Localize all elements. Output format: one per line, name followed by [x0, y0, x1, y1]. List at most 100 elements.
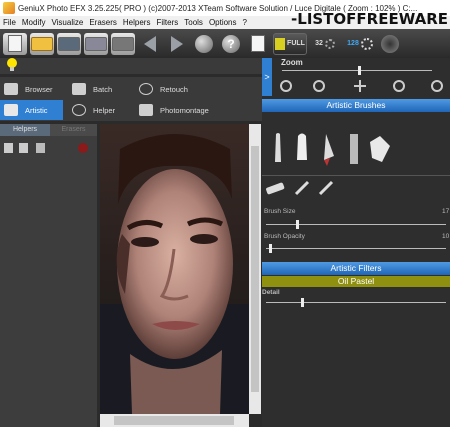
nav-browser[interactable]: Browser — [0, 79, 68, 99]
brush-icon — [4, 104, 18, 116]
nav-photomontage[interactable]: Photomontage — [135, 100, 262, 120]
artistic-filters-header: Artistic Filters — [262, 262, 450, 275]
nav-batch[interactable]: Batch — [68, 79, 135, 99]
zoom-slider[interactable] — [282, 70, 432, 71]
vertical-scrollbar[interactable] — [249, 124, 261, 414]
bulb-icon[interactable] — [6, 58, 18, 72]
menu-modify[interactable]: Modify — [22, 18, 46, 27]
gear-icon — [324, 38, 335, 49]
menu-visualize[interactable]: Visualize — [51, 18, 83, 27]
menu-file[interactable]: File — [3, 18, 16, 27]
oil-pastel-filter[interactable]: Oil Pastel — [262, 276, 450, 287]
full-button[interactable]: FULL — [273, 32, 307, 55]
wrench-icon — [112, 36, 134, 51]
left-panel — [0, 136, 97, 427]
photomontage-icon — [139, 104, 153, 116]
new-button[interactable] — [3, 32, 27, 55]
bits32-button[interactable]: 32 — [310, 33, 340, 55]
detail-slider[interactable] — [266, 302, 446, 303]
nav-artistic[interactable]: Artistic — [0, 100, 63, 120]
right-panel — [262, 58, 450, 427]
new-icon — [8, 35, 22, 52]
sphere-button[interactable] — [192, 33, 216, 55]
tools-button[interactable] — [84, 32, 108, 55]
brush-tool-2[interactable] — [292, 132, 312, 168]
horizontal-scroll-thumb[interactable] — [114, 416, 234, 425]
vertical-scroll-thumb[interactable] — [251, 146, 259, 392]
brush-tool-3[interactable] — [318, 132, 338, 168]
forward-button[interactable] — [165, 33, 189, 55]
module-nav: Browser Batch Retouch Artistic Helper Ph… — [0, 77, 262, 121]
menu-help[interactable]: ? — [243, 18, 247, 27]
full-label: FULL — [287, 40, 305, 47]
save-icon — [58, 36, 80, 51]
doc-icon — [251, 35, 265, 52]
batch-icon — [72, 83, 86, 95]
stop-icon[interactable] — [78, 143, 88, 153]
dial-icon — [381, 34, 399, 53]
app-icon — [3, 2, 15, 14]
page-icon[interactable] — [4, 143, 13, 153]
menu-helpers[interactable]: Helpers — [123, 18, 151, 27]
image-canvas[interactable] — [100, 124, 249, 414]
tools-icon — [85, 36, 107, 51]
dropper-icon[interactable] — [294, 180, 312, 196]
horizontal-scrollbar[interactable] — [100, 414, 249, 427]
settings-tools-button[interactable] — [111, 32, 135, 55]
tab-helpers[interactable]: Helpers — [0, 124, 50, 136]
dial-button[interactable] — [380, 33, 400, 55]
save-button[interactable] — [57, 32, 81, 55]
helper-icon — [72, 104, 86, 116]
zoom-fit-icon[interactable] — [431, 80, 443, 92]
nav-photomontage-label: Photomontage — [160, 105, 209, 115]
brush-tool-1[interactable] — [268, 132, 288, 168]
back-button[interactable] — [138, 33, 162, 55]
menu-erasers[interactable]: Erasers — [89, 18, 117, 27]
nav-retouch-label: Retouch — [160, 84, 188, 94]
open-button[interactable] — [30, 32, 54, 55]
nav-helper[interactable]: Helper — [68, 100, 135, 120]
brush-opacity-slider[interactable] — [266, 248, 446, 249]
nav-helper-label: Helper — [93, 105, 116, 115]
nav-browser-label: Browser — [25, 84, 53, 94]
back-icon — [144, 35, 156, 52]
menu-options[interactable]: Options — [209, 18, 237, 27]
bits128-button[interactable]: 128 — [343, 33, 377, 55]
brush-tool-5[interactable] — [368, 132, 392, 168]
help-icon: ? — [222, 34, 240, 53]
nav-artistic-label: Artistic — [25, 105, 48, 115]
copy-icon[interactable] — [19, 143, 28, 153]
bits32-label: 32 — [315, 40, 323, 47]
menu-filters[interactable]: Filters — [156, 18, 178, 27]
brush-size-slider[interactable] — [266, 224, 446, 225]
detail-knob[interactable] — [301, 298, 304, 307]
help-button[interactable]: ? — [219, 33, 243, 55]
doc-button[interactable] — [246, 33, 270, 55]
brush-size-value: 17 — [442, 208, 450, 215]
brush-opacity-knob[interactable] — [269, 244, 272, 253]
zoom-100-icon[interactable] — [313, 80, 325, 92]
collapse-tab[interactable]: > — [262, 58, 272, 96]
dropper-icon-2[interactable] — [318, 180, 336, 196]
eraser-icon[interactable] — [264, 180, 286, 196]
zoom-out-icon[interactable] — [393, 80, 405, 92]
full-icon — [275, 37, 286, 50]
watermark: -LISTOFFREEWARE — [291, 10, 448, 28]
nav-batch-label: Batch — [93, 84, 113, 94]
zoom-slider-knob[interactable] — [358, 66, 361, 75]
open-icon — [31, 36, 53, 51]
nav-retouch[interactable]: Retouch — [135, 79, 262, 99]
zoom-in-icon[interactable] — [280, 80, 292, 92]
left-tabs: Helpers Erasers — [0, 124, 97, 136]
brush-size-knob[interactable] — [296, 220, 299, 229]
gear-icon — [360, 37, 373, 50]
move-icon[interactable] — [354, 80, 366, 92]
trash-icon[interactable] — [36, 143, 45, 153]
artistic-brushes-header: Artistic Brushes — [262, 99, 450, 112]
brush-tool-4[interactable] — [344, 132, 364, 168]
bits128-label: 128 — [347, 40, 359, 47]
tab-erasers[interactable]: Erasers — [50, 124, 97, 136]
divider — [262, 175, 450, 176]
menu-tools[interactable]: Tools — [184, 18, 203, 27]
zoom-label: Zoom — [281, 58, 303, 67]
